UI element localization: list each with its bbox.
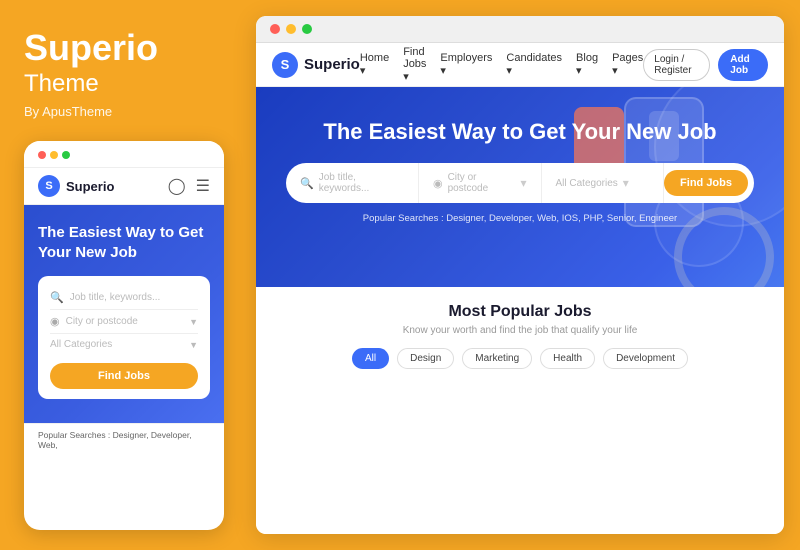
hero-title: The Easiest Way to Get Your New Job	[286, 119, 754, 145]
mobile-top-bar	[24, 141, 224, 168]
left-panel: Superio Theme By ApusTheme S Superio ◯ ☰	[0, 0, 248, 550]
browser-dot-red	[270, 24, 280, 34]
nav-blog[interactable]: Blog ▾	[576, 52, 598, 77]
keyword-placeholder: Job title, keywords...	[70, 292, 161, 303]
find-jobs-button[interactable]: Find Jobs	[664, 170, 748, 196]
dot-red	[38, 151, 46, 159]
popular-job-tags: All Design Marketing Health Development	[286, 348, 754, 369]
location-search-field[interactable]: ◉ City or postcode ▾	[419, 163, 542, 203]
browser-dot-yellow	[286, 24, 296, 34]
tag-development[interactable]: Development	[603, 348, 688, 369]
mobile-logo-icon: S	[38, 175, 60, 197]
mobile-mockup: S Superio ◯ ☰ The Easiest Way to Get You…	[24, 141, 224, 530]
browser-dot-green	[302, 24, 312, 34]
tag-all[interactable]: All	[352, 348, 389, 369]
site-nav-links: Home ▾ Find Jobs ▾ Employers ▾ Candidate…	[360, 46, 643, 83]
tag-health[interactable]: Health	[540, 348, 595, 369]
category-chevron-icon: ▾	[623, 176, 629, 190]
popular-jobs-title: Most Popular Jobs	[286, 303, 754, 321]
site-search-bar: 🔍 Job title, keywords... ◉ City or postc…	[286, 163, 754, 203]
nav-pages[interactable]: Pages ▾	[612, 52, 643, 77]
dot-yellow	[50, 151, 58, 159]
mobile-find-btn[interactable]: Find Jobs	[50, 363, 198, 389]
keyword-placeholder-text: Job title, keywords...	[319, 172, 404, 194]
category-search-field[interactable]: All Categories ▾	[542, 163, 665, 203]
user-icon: ◯	[168, 176, 186, 196]
chevron-down-icon: ▼	[189, 317, 198, 327]
login-register-button[interactable]: Login / Register	[643, 49, 710, 81]
brand-by: By ApusTheme	[24, 104, 224, 119]
popular-searches-bar: Popular Searches : Designer, Developer, …	[286, 213, 754, 224]
mobile-popular-searches: Popular Searches : Designer, Developer, …	[24, 423, 224, 458]
chevron-down-icon-2: ▼	[189, 340, 198, 350]
brand-name: Superio	[24, 28, 224, 68]
nav-home[interactable]: Home ▾	[360, 52, 389, 77]
brand-title: Superio Theme By ApusTheme	[24, 28, 224, 119]
site-logo-row: S Superio	[272, 52, 360, 78]
mobile-search-box: 🔍 Job title, keywords... ◉ City or postc…	[38, 276, 210, 399]
popular-jobs-subtitle: Know your worth and find the job that qu…	[286, 325, 754, 336]
mobile-location-field[interactable]: ◉ City or postcode ▼	[50, 310, 198, 334]
mobile-logo-text: Superio	[66, 179, 114, 194]
site-logo-text: Superio	[304, 56, 360, 73]
tag-design[interactable]: Design	[397, 348, 454, 369]
menu-icon: ☰	[196, 176, 210, 196]
pin-icon: ◉	[433, 177, 443, 190]
tag-marketing[interactable]: Marketing	[462, 348, 532, 369]
site-popular-jobs: Most Popular Jobs Know your worth and fi…	[256, 287, 784, 534]
browser-chrome	[256, 16, 784, 43]
category-placeholder: All Categories	[50, 339, 112, 350]
site-logo-icon: S	[272, 52, 298, 78]
mobile-navbar: S Superio ◯ ☰	[24, 168, 224, 205]
search-icon: 🔍	[50, 291, 64, 304]
location-placeholder-text: City or postcode	[448, 172, 516, 194]
category-placeholder-text: All Categories	[556, 178, 618, 189]
add-job-button[interactable]: Add Job	[718, 49, 768, 81]
browser-window: S Superio Home ▾ Find Jobs ▾ Employers ▾…	[256, 16, 784, 534]
right-panel: S Superio Home ▾ Find Jobs ▾ Employers ▾…	[248, 0, 800, 550]
nav-find-jobs[interactable]: Find Jobs ▾	[403, 46, 426, 83]
site-hero: The Easiest Way to Get Your New Job 🔍 Jo…	[256, 87, 784, 287]
mobile-nav-icons: ◯ ☰	[168, 176, 210, 196]
brand-subtitle: Theme	[24, 70, 224, 99]
location-icon: ◉	[50, 315, 60, 328]
site-nav-actions: Login / Register Add Job	[643, 49, 768, 81]
mobile-category-field[interactable]: All Categories ▼	[50, 334, 198, 355]
divider-icon: ▾	[520, 176, 526, 190]
mobile-hero: The Easiest Way to Get Your New Job 🔍 Jo…	[24, 205, 224, 423]
nav-candidates[interactable]: Candidates ▾	[506, 52, 562, 77]
dot-green	[62, 151, 70, 159]
site-navbar: S Superio Home ▾ Find Jobs ▾ Employers ▾…	[256, 43, 784, 87]
mobile-dots	[38, 151, 70, 159]
location-placeholder: City or postcode	[66, 316, 138, 327]
mobile-hero-title: The Easiest Way to Get Your New Job	[38, 223, 210, 262]
mobile-logo-row: S Superio	[38, 175, 114, 197]
keyword-search-field[interactable]: 🔍 Job title, keywords...	[286, 163, 419, 203]
mobile-keyword-field[interactable]: 🔍 Job title, keywords...	[50, 286, 198, 310]
nav-employers[interactable]: Employers ▾	[440, 52, 492, 77]
search-icon: 🔍	[300, 177, 314, 190]
